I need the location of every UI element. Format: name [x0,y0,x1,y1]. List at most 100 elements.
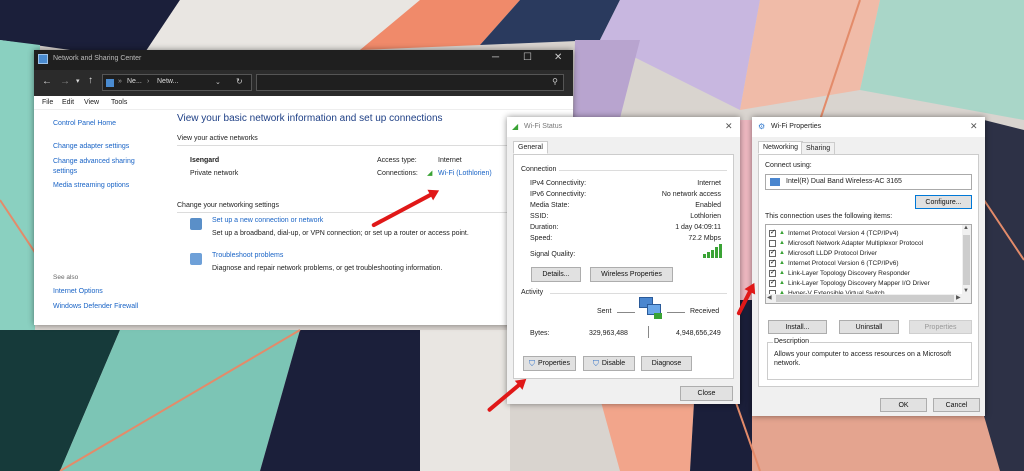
items-list[interactable]: ▲Internet Protocol Version 4 (TCP/IPv4)▲… [765,224,972,304]
shield-icon: ⛉ [592,358,599,368]
access-type-label: Access type: [377,157,417,164]
status-row-label: IPv6 Connectivity: [530,191,587,198]
minimize-icon[interactable]: ─ [492,52,499,63]
details-button[interactable]: Details... [531,267,581,282]
item-checkbox[interactable] [769,228,776,237]
cancel-label: Cancel [945,401,968,409]
status-row-label: SSID: [530,213,549,220]
properties-button[interactable]: ⛉ Properties [523,356,576,371]
sidebar-item-change-adapter-settings[interactable]: Change adapter settings [53,143,129,150]
wifi-signal-icon: ◢ [512,122,519,131]
item-label: Link-Layer Topology Discovery Mapper I/O… [787,279,930,287]
sidebar-item-firewall[interactable]: Windows Defender Firewall [53,303,138,310]
tab-general[interactable]: General [513,141,548,154]
chevron-left-icon[interactable]: ◀ [767,294,772,301]
close-icon[interactable]: ✕ [970,121,978,132]
close-icon[interactable]: ✕ [725,121,733,132]
general-panel: Connection IPv4 Connectivity: Internet IPv… [513,154,734,379]
scrollbar-thumb[interactable] [963,235,970,285]
sidebar-item-advanced-sharing[interactable]: Change advanced sharing settings [53,157,153,177]
sidebar-item-media-streaming[interactable]: Media streaming options [53,182,129,189]
chevron-down-icon[interactable]: ⌄ [215,78,221,86]
page-title: View your basic network information and … [177,113,443,124]
activity-heading: Activity [521,289,544,296]
breadcrumb[interactable]: » Ne... › Netw... ⌄ ↻ [102,74,252,91]
title-bar: ⚙ Wi-Fi Properties ✕ [752,117,985,137]
back-arrow-icon[interactable]: ← [42,76,52,87]
network-sharing-center-window: Network and Sharing Center ─ ☐ ✕ ← → ▾ ↑… [34,50,573,325]
list-item[interactable]: ▲Internet Protocol Version 6 (TCP/IPv6) [769,258,899,268]
bytes-sent: 329,963,488 [589,330,628,337]
cancel-button[interactable]: Cancel [933,398,980,412]
item-checkbox[interactable] [769,258,776,267]
status-row-value: Enabled [695,202,721,209]
bytes-received: 4,948,656,249 [676,330,721,337]
menu-edit[interactable]: Edit [62,99,74,106]
install-button[interactable]: Install... [768,320,827,334]
sidebar-item-control-panel-home[interactable]: Control Panel Home [53,120,116,127]
list-item[interactable]: ▲Microsoft LLDP Protocol Driver [769,248,877,258]
item-checkbox[interactable] [769,268,776,277]
protocol-icon: ▲ [779,230,785,236]
item-checkbox[interactable] [769,278,776,287]
connections-label: Connections: [377,170,418,177]
divider [559,170,727,171]
address-bar-row: ← → ▾ ↑ » Ne... › Netw... ⌄ ↻ ⚲ [34,70,573,96]
item-properties-button[interactable]: Properties [909,320,972,334]
list-item[interactable]: ▲Internet Protocol Version 4 (TCP/IPv4) [769,228,899,238]
chevron-right-icon[interactable]: ▶ [956,294,961,301]
item-checkbox[interactable] [769,239,776,247]
configure-button[interactable]: Configure... [915,195,972,209]
connect-using-label: Connect using: [765,162,812,169]
close-icon[interactable]: ✕ [554,52,562,63]
horizontal-scrollbar[interactable]: ◀ ▶ [766,294,964,303]
wifi-signal-icon: ◢ [427,170,433,177]
item-checkbox[interactable] [769,248,776,257]
breadcrumb-path1[interactable]: Ne... [127,78,142,85]
status-row-label: Media State: [530,202,570,209]
list-item[interactable]: ▲ Microsoft Network Adapter Multiplexor P… [769,238,923,248]
network-adapter-icon: ⚙ [758,122,766,131]
list-item[interactable]: ▲Link-Layer Topology Discovery Mapper I/… [769,278,930,288]
vertical-scrollbar[interactable]: ▲ ▼ [962,225,971,303]
refresh-icon[interactable]: ↻ [236,77,243,86]
list-item[interactable]: ▲Link-Layer Topology Discovery Responder [769,268,910,278]
scrollbar-thumb[interactable] [776,295,954,302]
search-input[interactable]: ⚲ [256,74,564,91]
wireless-properties-button[interactable]: Wireless Properties [590,267,673,282]
disable-button[interactable]: ⛉ Disable [583,356,635,371]
chevron-up-icon[interactable]: ▲ [963,225,969,231]
see-also-heading: See also [53,274,79,281]
ok-button[interactable]: OK [880,398,927,412]
troubleshoot-icon [190,253,202,265]
breadcrumb-path2[interactable]: Netw... [157,78,178,85]
recent-dropdown-icon[interactable]: ▾ [76,77,80,85]
item-properties-label: Properties [924,323,957,331]
diagnose-label: Diagnose [651,360,682,367]
wifi-connection-link[interactable]: Wi-Fi (Lothlorien) [438,170,492,177]
up-arrow-icon[interactable]: ↑ [88,75,93,86]
setup-connection-link[interactable]: Set up a new connection or network [212,217,323,224]
troubleshoot-link[interactable]: Troubleshoot problems [212,252,283,259]
status-row-label: Speed: [530,235,553,242]
sidebar-item-internet-options[interactable]: Internet Options [53,288,103,295]
tab-networking[interactable]: Networking [758,141,804,154]
breadcrumb-separator-icon: » [118,78,122,85]
diagnose-button[interactable]: Diagnose [641,356,692,371]
description-heading: Description [773,338,811,345]
menu-view[interactable]: View [84,99,99,106]
menu-file[interactable]: File [42,99,53,106]
title-bar: ◢ Wi-Fi Status ✕ [507,117,740,137]
menu-tools[interactable]: Tools [111,99,127,106]
active-networks-heading: View your active networks [177,135,258,142]
divider [550,293,727,294]
uninstall-button[interactable]: Uninstall [839,320,899,334]
bytes-label: Bytes: [530,330,550,337]
menu-bar: File Edit View Tools [34,96,573,110]
protocol-icon: ▲ [779,260,785,266]
maximize-icon[interactable]: ☐ [523,52,532,63]
close-button[interactable]: Close [680,386,733,401]
troubleshoot-desc: Diagnose and repair network problems, or… [212,265,443,272]
change-settings-heading: Change your networking settings [177,202,279,209]
forward-arrow-icon[interactable]: → [60,76,70,87]
